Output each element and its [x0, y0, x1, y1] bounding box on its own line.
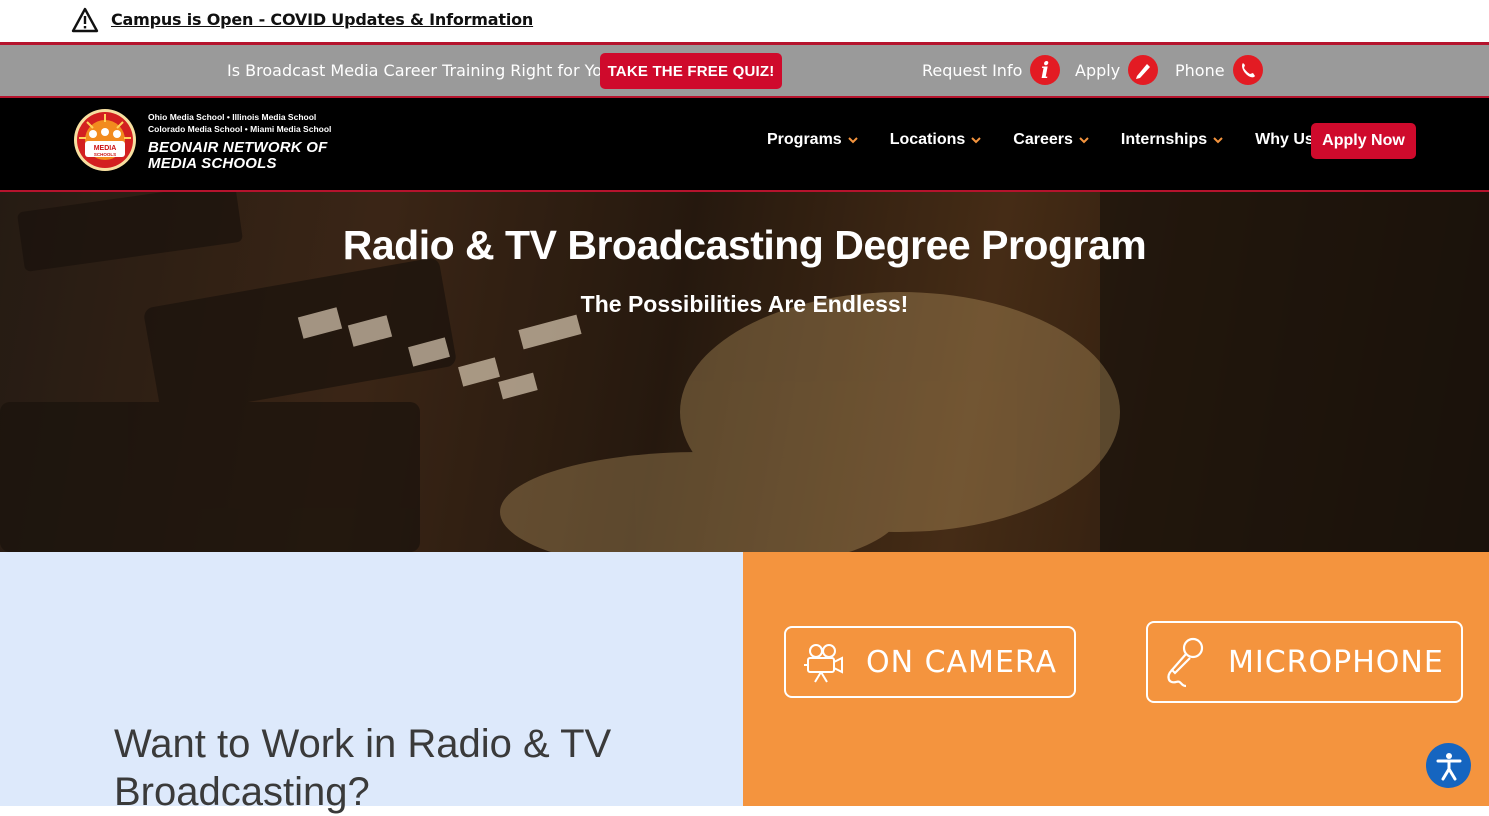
phone-icon	[1232, 55, 1263, 85]
request-info-label: Request Info	[922, 60, 1023, 80]
request-info-link[interactable]: Request Info i	[922, 55, 1061, 85]
microphone-label: MICROPHONE	[1228, 644, 1444, 680]
nav-item-programs[interactable]: Programs	[767, 131, 858, 149]
svg-text:MEDIA: MEDIA	[94, 145, 117, 152]
apply-link[interactable]: Apply	[1075, 55, 1159, 85]
take-quiz-button[interactable]: TAKE THE FREE QUIZ!	[600, 53, 782, 89]
phone-link[interactable]: Phone	[1175, 55, 1263, 85]
network-name[interactable]: BEONAIR NETWORK OF MEDIA SCHOOLS	[148, 140, 327, 172]
nav-item-internships[interactable]: Internships	[1121, 131, 1223, 149]
chevron-down-icon	[847, 137, 858, 144]
chevron-down-icon	[1079, 137, 1089, 144]
info-icon: i	[1030, 55, 1061, 85]
on-camera-label: ON CAMERA	[866, 644, 1058, 680]
on-camera-button[interactable]: ON CAMERA	[784, 626, 1076, 698]
microphone-button[interactable]: MICROPHONE	[1146, 621, 1463, 703]
warning-icon	[71, 7, 99, 33]
video-camera-icon	[804, 644, 843, 683]
school-list: Ohio Media School • Illinois Media Schoo…	[148, 112, 332, 134]
chevron-down-icon	[971, 137, 981, 144]
nav-item-locations[interactable]: Locations	[890, 131, 982, 149]
section-heading: Want to Work in Radio & TV Broadcasting?	[114, 722, 612, 814]
accessibility-button[interactable]	[1426, 743, 1471, 788]
media-schools-logo[interactable]: MEDIA SCHOOLS	[73, 108, 137, 172]
nav-menu: Programs Locations Careers Internships W…	[767, 131, 1362, 149]
intro-panel: Want to Work in Radio & TV Broadcasting?	[0, 552, 743, 814]
svg-text:i: i	[1041, 58, 1049, 84]
category-panel: ON CAMERA MICROPHONE	[743, 552, 1489, 806]
covid-updates-link[interactable]: Campus is Open - COVID Updates & Informa…	[111, 10, 533, 29]
pen-icon	[1128, 55, 1159, 85]
svg-text:SCHOOLS: SCHOOLS	[94, 152, 116, 157]
phone-label: Phone	[1175, 60, 1225, 80]
accessibility-icon	[1436, 752, 1461, 780]
page-subtitle: The Possibilities Are Endless!	[580, 291, 909, 317]
hero-banner: Radio & TV Broadcasting Degree Program T…	[0, 192, 1489, 552]
page-title: Radio & TV Broadcasting Degree Program	[342, 222, 1147, 268]
alert-bar: Campus is Open - COVID Updates & Informa…	[0, 0, 1489, 42]
main-nav: MEDIA SCHOOLS Ohio Media School • Illino…	[0, 98, 1489, 192]
chevron-down-icon	[1213, 137, 1223, 144]
promo-bar: Is Broadcast Media Career Training Right…	[0, 42, 1489, 98]
microphone-icon	[1167, 637, 1204, 688]
promo-question: Is Broadcast Media Career Training Right…	[227, 61, 621, 80]
apply-label: Apply	[1075, 60, 1121, 80]
nav-item-careers[interactable]: Careers	[1013, 131, 1089, 149]
apply-now-button[interactable]: Apply Now	[1311, 123, 1416, 159]
